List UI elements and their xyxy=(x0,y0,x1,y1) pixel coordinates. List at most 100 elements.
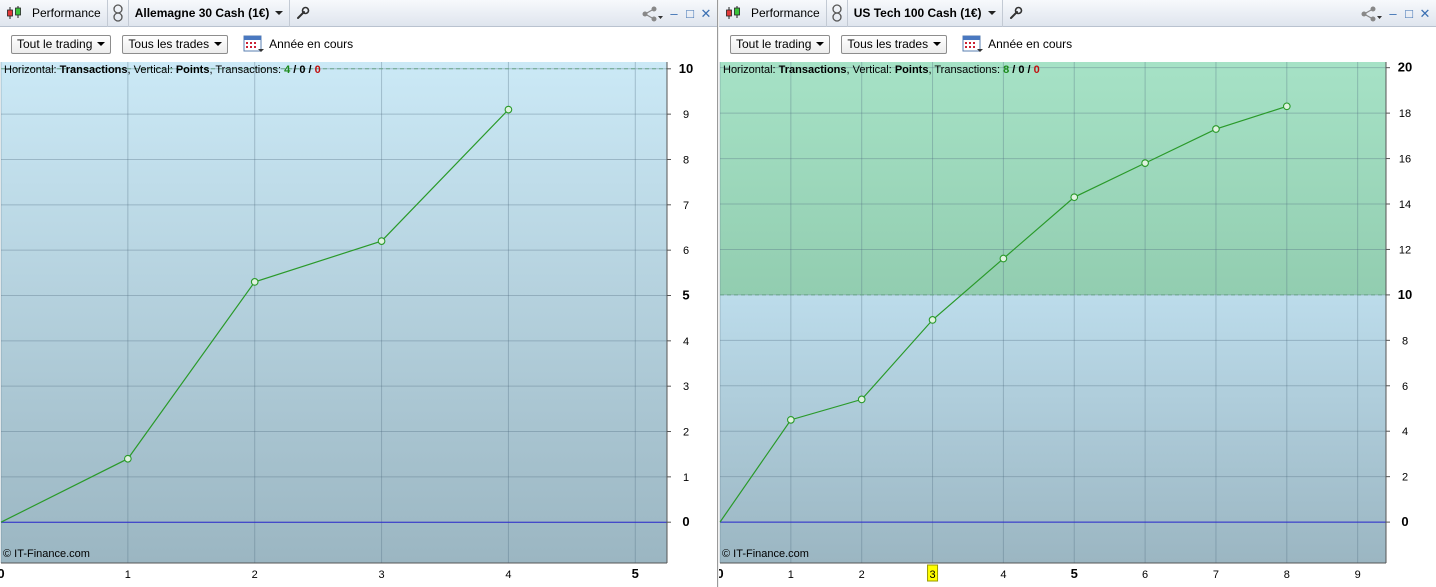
x-tick-label: 6 xyxy=(1142,569,1148,581)
y-tick-label: 6 xyxy=(683,245,689,257)
panel-titlebar: Performance US Tech 100 Cash (1€) – □ ✕ xyxy=(719,0,1436,27)
data-point xyxy=(377,237,386,245)
candlestick-icon xyxy=(726,6,740,19)
data-point xyxy=(1141,159,1149,167)
copyright-text: © IT-Finance.com xyxy=(3,548,90,560)
close-icon: ✕ xyxy=(700,6,712,21)
x-tick-label: 5 xyxy=(632,566,639,581)
close-button[interactable]: ✕ xyxy=(699,7,713,21)
instrument-name: Allemagne 30 Cash (1€) xyxy=(134,6,270,20)
trades-filter-value: Tous les trades xyxy=(847,37,929,51)
horizontal-label: Horizontal: xyxy=(723,64,776,76)
instrument-selector[interactable]: Allemagne 30 Cash (1€) xyxy=(129,0,291,27)
trading-filter-dropdown[interactable]: Tout le trading xyxy=(11,34,112,54)
y-tick-label: 4 xyxy=(683,336,689,348)
trading-filter-dropdown[interactable]: Tout le trading xyxy=(730,34,831,54)
vertical-label: Vertical: xyxy=(852,64,892,76)
wrench-icon xyxy=(1009,6,1022,19)
period-selector[interactable]: Année en cours xyxy=(243,34,353,54)
trades-filter-dropdown[interactable]: Tous les trades xyxy=(122,34,229,54)
transactions-label: Transactions: xyxy=(215,64,281,76)
minimize-button[interactable]: – xyxy=(667,7,681,21)
data-point xyxy=(250,278,259,286)
chevron-down-icon xyxy=(987,11,996,15)
close-button[interactable]: ✕ xyxy=(1418,7,1432,21)
vertical-value: Points xyxy=(894,64,929,76)
minimize-icon: – xyxy=(670,6,678,21)
data-point xyxy=(504,105,513,114)
share-button[interactable] xyxy=(1358,6,1384,21)
vertical-label: Vertical: xyxy=(133,64,173,76)
y-tick-label: 14 xyxy=(1399,199,1411,211)
maximize-button[interactable]: □ xyxy=(1402,7,1416,21)
losing-count: 0 xyxy=(1033,64,1040,76)
y-tick-label: 3 xyxy=(683,381,689,393)
instrument-selector[interactable]: US Tech 100 Cash (1€) xyxy=(848,0,1003,27)
share-button[interactable] xyxy=(639,6,665,21)
maximize-button[interactable]: □ xyxy=(683,7,697,21)
x-tick-label: 5 xyxy=(1071,566,1078,581)
x-tick-label: 3 xyxy=(379,569,385,581)
x-tick-label: 7 xyxy=(1213,569,1219,581)
panel-titlebar: Performance Allemagne 30 Cash (1€) – □ ✕ xyxy=(0,0,717,27)
x-tick-label: 4 xyxy=(1000,569,1006,581)
vertical-value: Points xyxy=(175,64,210,76)
x-tick-label: 0 xyxy=(719,566,724,581)
equity-chart[interactable]: 0 1 2 3 4 5 6 7 8 9 10 0 1 2 3 4 5 xyxy=(0,61,718,587)
trading-filter-value: Tout le trading xyxy=(17,37,93,51)
plot-area xyxy=(1,62,667,563)
y-tick-label: 0 xyxy=(1401,514,1408,529)
trading-filter-value: Tout le trading xyxy=(736,37,812,51)
equity-chart[interactable]: 024681012141618200 1 2 3 4 5 6 7 8 9 xyxy=(719,61,1436,587)
minimize-icon: – xyxy=(1389,6,1397,21)
data-point xyxy=(124,454,132,463)
x-tick-label: 3 xyxy=(929,569,935,581)
data-point xyxy=(787,416,795,424)
x-tick-label: 1 xyxy=(788,569,794,581)
target-reached-zone xyxy=(720,62,1386,295)
chart-info-line: Horizontal: Transactions, Vertical: Poin… xyxy=(723,64,1040,76)
chevron-down-icon xyxy=(97,42,106,46)
performance-tab[interactable]: Performance xyxy=(719,0,827,27)
period-selector[interactable]: Année en cours xyxy=(962,34,1072,54)
calendar-icon xyxy=(243,35,265,52)
performance-tab[interactable]: Performance xyxy=(0,0,108,27)
chevron-down-icon xyxy=(275,11,284,15)
share-icon xyxy=(642,6,663,21)
data-point xyxy=(928,316,937,324)
y-tick-label: 6 xyxy=(1402,381,1408,393)
trades-filter-value: Tous les trades xyxy=(128,37,210,51)
y-tick-label: 1 xyxy=(683,472,689,484)
minimize-button[interactable]: – xyxy=(1386,7,1400,21)
x-tick-label: 0 xyxy=(0,566,5,581)
wrench-icon xyxy=(297,6,310,19)
data-point xyxy=(999,254,1008,263)
performance-label: Performance xyxy=(32,6,101,20)
share-icon xyxy=(1361,6,1382,21)
period-label: Année en cours xyxy=(269,37,354,51)
x-tick-label: 8 xyxy=(1284,569,1290,581)
performance-panel-right: Performance US Tech 100 Cash (1€) – □ ✕ … xyxy=(719,0,1436,587)
chevron-down-icon xyxy=(933,42,942,46)
losing-count: 0 xyxy=(314,64,321,76)
period-label: Année en cours xyxy=(988,37,1073,51)
y-tick-label: 5 xyxy=(682,287,689,302)
x-tick-label: 1 xyxy=(125,569,131,581)
y-tick-label: 0 xyxy=(682,514,689,529)
settings-button[interactable] xyxy=(1003,0,1029,27)
y-tick-label: 16 xyxy=(1399,154,1411,166)
y-tick-label: 2 xyxy=(683,427,689,439)
link-chain-icon xyxy=(113,4,123,22)
copyright-text: © IT-Finance.com xyxy=(722,548,809,560)
trades-filter-dropdown[interactable]: Tous les trades xyxy=(841,34,948,54)
y-tick-label: 2 xyxy=(1402,472,1408,484)
settings-button[interactable] xyxy=(290,0,316,27)
link-button[interactable] xyxy=(827,0,848,27)
filter-toolbar: Tout le trading Tous les trades Année en… xyxy=(0,27,717,61)
close-icon: ✕ xyxy=(1419,6,1431,21)
y-tick-label: 7 xyxy=(683,200,689,212)
link-button[interactable] xyxy=(108,0,129,27)
filter-toolbar: Tout le trading Tous les trades Année en… xyxy=(719,27,1436,61)
horizontal-label: Horizontal: xyxy=(4,64,57,76)
horizontal-value: Transactions xyxy=(778,64,847,76)
